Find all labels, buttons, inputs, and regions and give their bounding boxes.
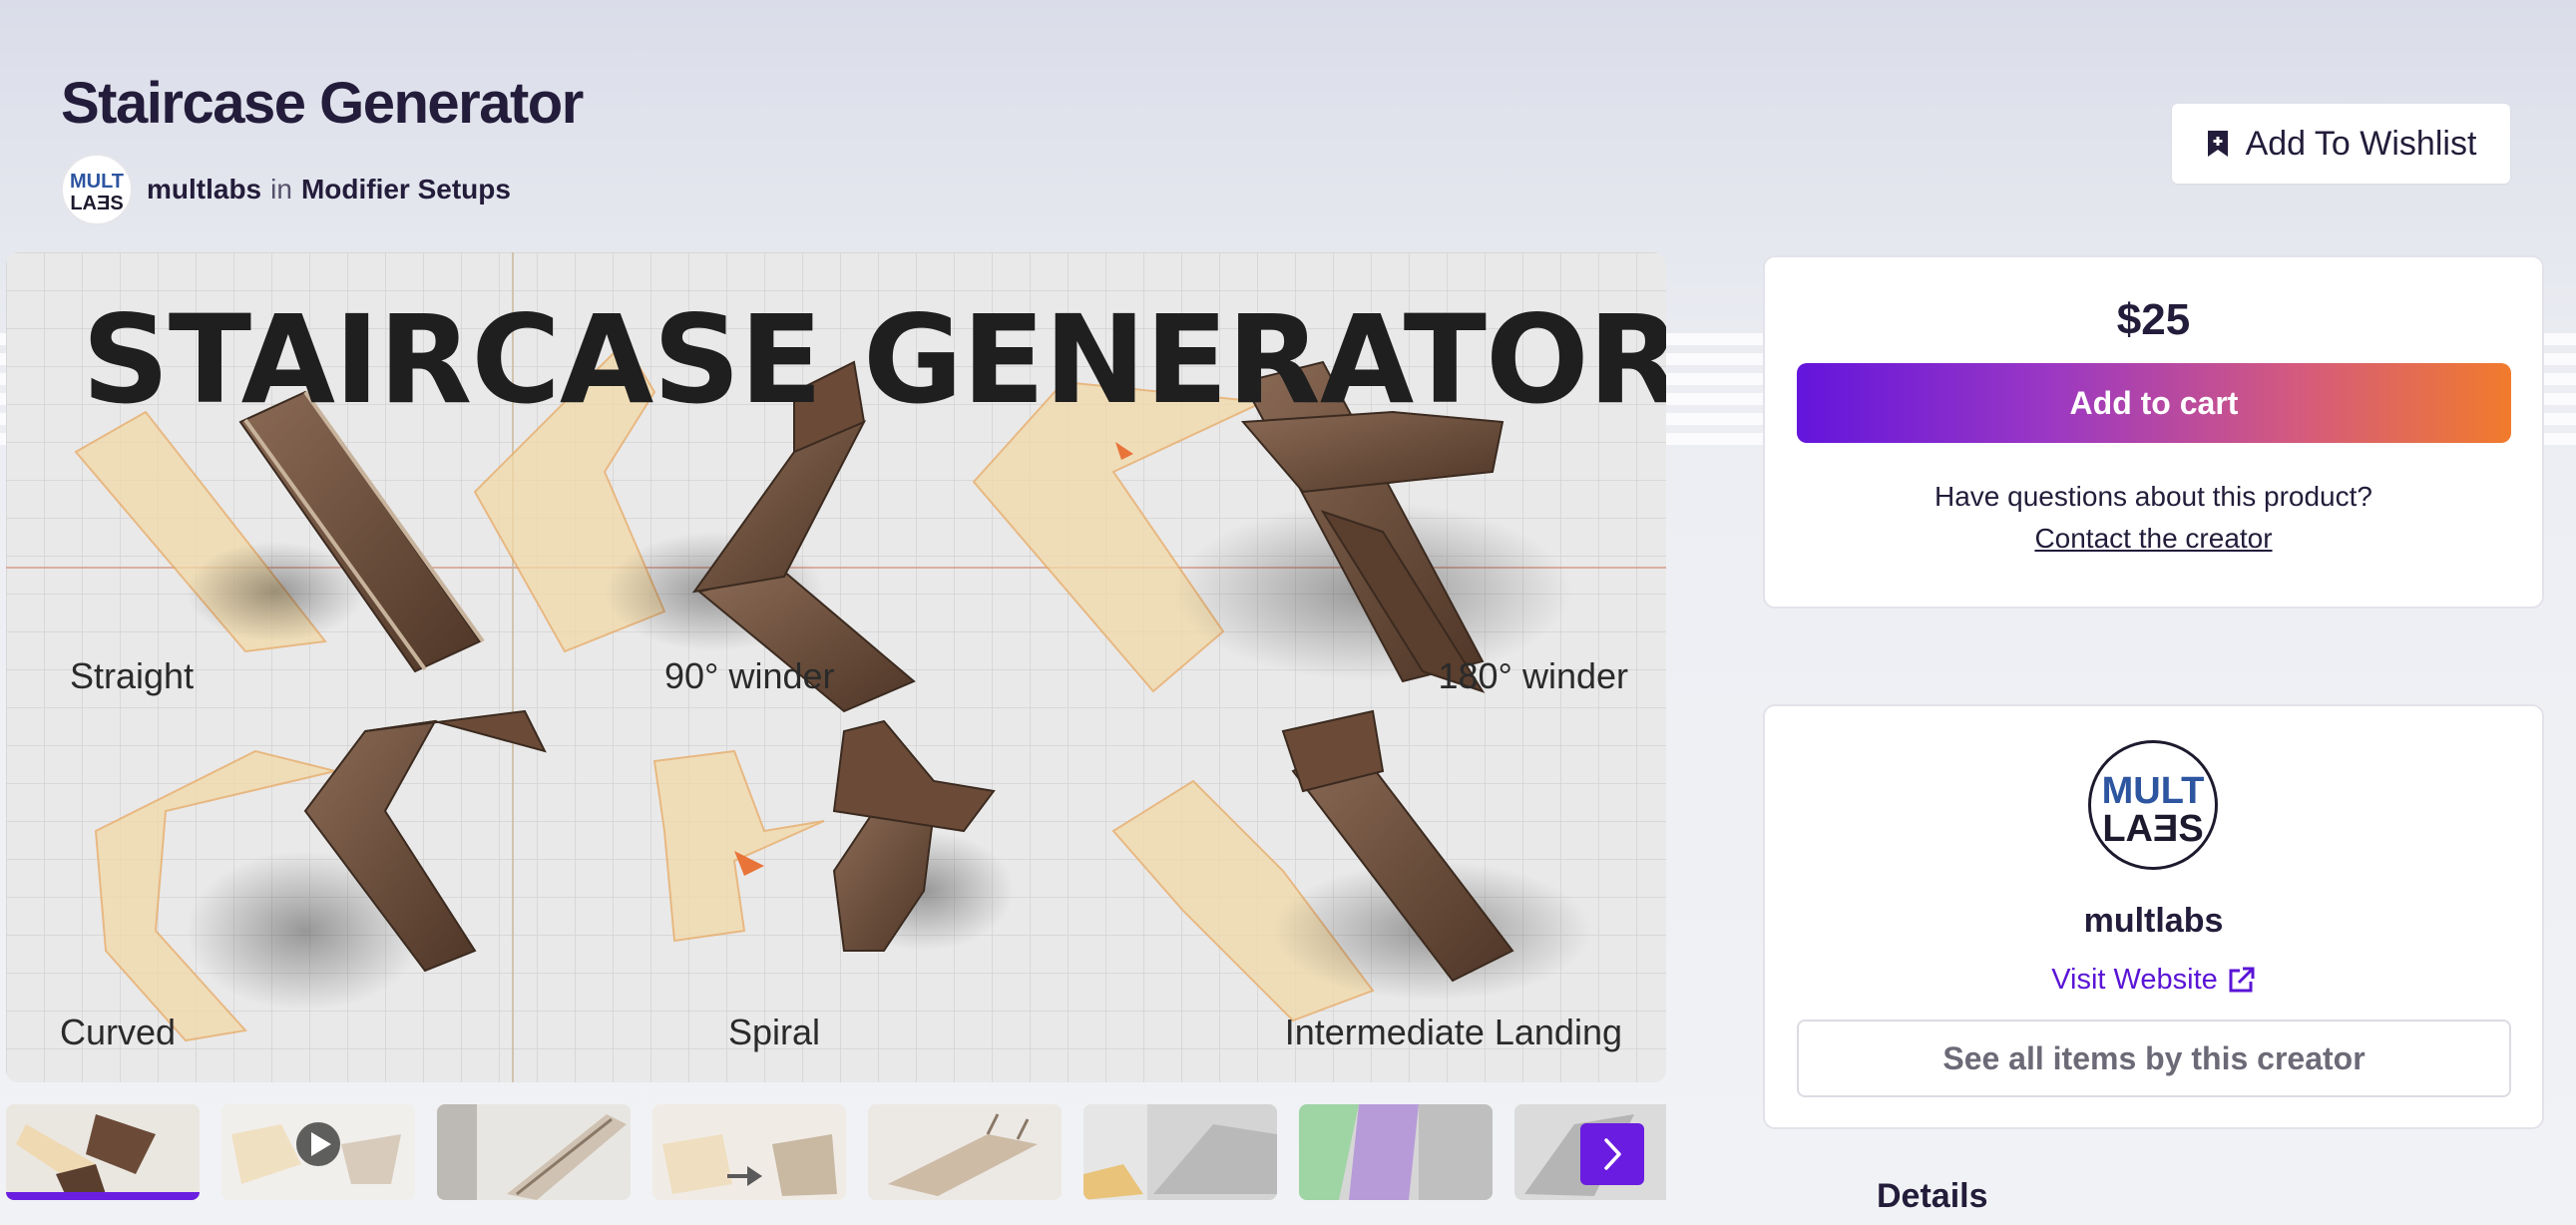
external-link-icon (2229, 967, 2255, 992)
main-product-image[interactable]: STAIRCASE GENERATOR Straight 90° winder … (6, 252, 1666, 1082)
thumbnail-4-image (652, 1104, 846, 1200)
label-90-winder: 90° winder (664, 655, 835, 696)
creator-avatar[interactable]: MULT LAƎS (61, 154, 133, 225)
details-heading: Details (1877, 1177, 1988, 1215)
main-image-heading: STAIRCASE GENERATOR (82, 289, 1666, 431)
page-title: Staircase Generator (61, 71, 584, 136)
thumbnail-2-image (221, 1104, 415, 1200)
byline: MULT LAƎS multlabs in Modifier Setups (61, 154, 511, 225)
creator-link[interactable]: multlabs (147, 174, 261, 205)
multlabs-logo-large: MULT LAƎS (2102, 770, 2205, 850)
wishlist-label: Add To Wishlist (2245, 124, 2477, 163)
thumbnail-1[interactable] (6, 1104, 200, 1200)
thumbnail-4[interactable] (652, 1104, 846, 1200)
label-curved: Curved (60, 1012, 176, 1052)
in-word: in (270, 174, 292, 204)
thumbnail-strip (6, 1104, 1666, 1202)
see-all-items-button[interactable]: See all items by this creator (1797, 1020, 2511, 1097)
thumbnail-3[interactable] (437, 1104, 631, 1200)
thumbnail-1-image (6, 1104, 200, 1200)
svg-text:LAƎS: LAƎS (70, 193, 123, 214)
multlabs-logo: MULT LAƎS (70, 171, 124, 214)
label-straight: Straight (70, 655, 194, 696)
creator-card: MULT LAƎS multlabs Visit Website See all… (1763, 704, 2544, 1129)
label-spiral: Spiral (728, 1012, 820, 1052)
label-180-winder: 180° winder (1438, 655, 1628, 696)
logo-bottom-text: LAƎS (2102, 808, 2203, 850)
thumbnail-7[interactable] (1299, 1104, 1493, 1200)
thumbnail-2[interactable] (221, 1104, 415, 1200)
thumbnail-6-image (1083, 1104, 1277, 1200)
thumbnail-7-image (1299, 1104, 1493, 1200)
label-intermediate-landing: Intermediate Landing (1285, 1012, 1622, 1052)
logo-top-text: MULT (2102, 770, 2205, 812)
visit-website-link[interactable]: Visit Website (1765, 964, 2542, 997)
price: $25 (2116, 295, 2191, 344)
purchase-card: $25 Add to cart Have questions about thi… (1763, 255, 2544, 609)
thumbnail-next-button[interactable] (1580, 1123, 1644, 1185)
thumbnail-5[interactable] (868, 1104, 1062, 1200)
creator-name: multlabs (2083, 902, 2224, 940)
product-header: Staircase Generator MULT LAƎS multlabs i… (0, 0, 2576, 249)
chevron-right-icon (1604, 1138, 1621, 1170)
add-to-cart-button[interactable]: Add to cart (1797, 363, 2511, 443)
contact-creator-link[interactable]: Contact the creator (1765, 523, 2542, 555)
thumbnail-5-image (868, 1104, 1062, 1200)
thumbnail-3-image (437, 1104, 631, 1200)
category-link[interactable]: Modifier Setups (301, 174, 511, 205)
bookmark-plus-icon (2207, 131, 2228, 157)
staircase-types-illustration: STAIRCASE GENERATOR Straight 90° winder … (6, 252, 1666, 1082)
questions-text: Have questions about this product? (1934, 481, 2372, 512)
creator-logo[interactable]: MULT LAƎS (2088, 740, 2218, 870)
thumbnail-6[interactable] (1083, 1104, 1277, 1200)
svg-text:MULT: MULT (70, 171, 124, 193)
add-to-wishlist-button[interactable]: Add To Wishlist (2172, 104, 2510, 184)
visit-website-label: Visit Website (2051, 964, 2218, 996)
